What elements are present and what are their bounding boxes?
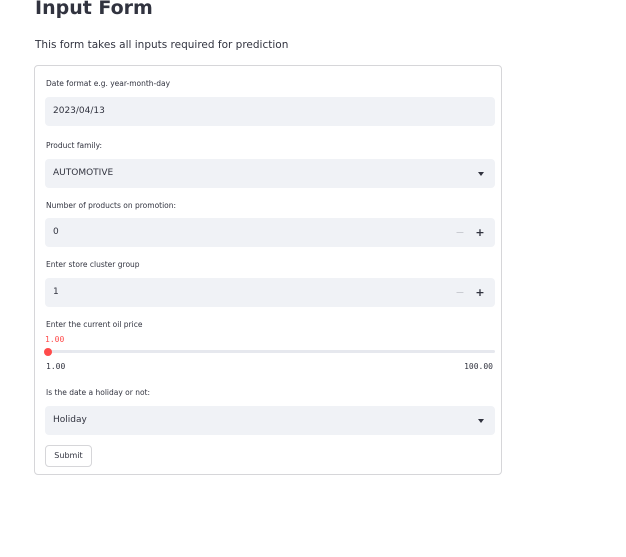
cluster-increment-button[interactable]: +: [470, 278, 490, 307]
date-label: Date format e.g. year-month-day: [46, 79, 171, 88]
page-description: This form takes all inputs required for …: [35, 39, 289, 51]
holiday-value: Holiday: [53, 415, 87, 425]
oil-price-label: Enter the current oil price: [46, 320, 143, 329]
promotion-number-input[interactable]: 0 − +: [45, 218, 495, 247]
product-family-select[interactable]: AUTOMOTIVE: [45, 159, 495, 188]
oil-price-slider-thumb[interactable]: [44, 347, 52, 356]
oil-price-max-label: 100.00: [464, 362, 493, 371]
cluster-label: Enter store cluster group: [46, 260, 140, 269]
promotion-value: 0: [53, 227, 59, 237]
promotion-increment-button[interactable]: +: [470, 218, 490, 247]
chevron-down-icon: [478, 172, 484, 176]
oil-price-slider-track[interactable]: [46, 350, 495, 353]
input-form: Date format e.g. year-month-day 2023/04/…: [34, 65, 502, 475]
cluster-decrement-button[interactable]: −: [450, 278, 470, 307]
product-family-label: Product family:: [46, 141, 102, 150]
cluster-value: 1: [53, 287, 59, 297]
date-input[interactable]: 2023/04/13: [45, 97, 495, 126]
date-value: 2023/04/13: [53, 106, 105, 116]
holiday-select[interactable]: Holiday: [45, 406, 495, 435]
promotion-decrement-button[interactable]: −: [450, 218, 470, 247]
chevron-down-icon: [478, 419, 484, 423]
oil-price-min-label: 1.00: [46, 362, 66, 371]
cluster-number-input[interactable]: 1 − +: [45, 278, 495, 307]
promotion-label: Number of products on promotion:: [46, 201, 177, 210]
product-family-value: AUTOMOTIVE: [53, 168, 114, 178]
holiday-label: Is the date a holiday or not:: [46, 388, 151, 397]
oil-price-current-value: 1.00: [45, 335, 65, 344]
submit-button[interactable]: Submit: [45, 445, 92, 467]
page-title: Input Form: [35, 0, 153, 19]
